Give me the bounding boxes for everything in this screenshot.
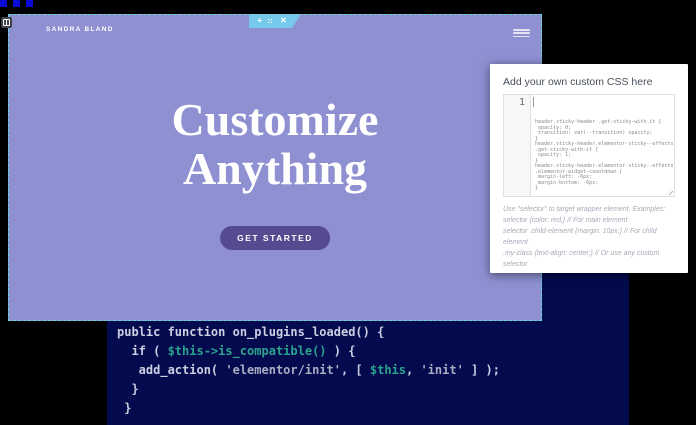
section-handle[interactable]: + ✕	[249, 14, 301, 28]
php-code: public function on_plugins_loaded() { if…	[117, 323, 500, 418]
hero-title: Customize Anything	[9, 95, 541, 193]
menu-bar	[513, 32, 530, 34]
menu-icon[interactable]	[513, 29, 530, 38]
php-line: add_action( 'elementor/init', [ $this, '…	[117, 361, 500, 380]
edit-section-icon[interactable]	[1, 17, 12, 28]
line-number-gutter: 1	[504, 95, 531, 196]
css-code: header.sticky-header .get-sticky-with-it…	[535, 120, 673, 192]
php-line: public function on_plugins_loaded() {	[117, 323, 500, 342]
decor-square	[0, 0, 7, 7]
custom-css-panel: Add your own custom CSS here 1 header.st…	[490, 64, 688, 273]
panel-title: Add your own custom CSS here	[503, 76, 652, 88]
menu-bar	[513, 36, 530, 38]
drag-handle-icon[interactable]	[268, 19, 274, 24]
decor-square	[13, 0, 20, 7]
hero-section: + ✕ SANDRA BLAND Customize Anything GET …	[8, 14, 542, 321]
page: public function on_plugins_loaded() { if…	[0, 0, 696, 425]
layout-icon	[3, 19, 10, 26]
menu-bar	[513, 29, 530, 31]
php-line: }	[117, 380, 500, 399]
text-cursor	[533, 97, 534, 107]
get-started-button[interactable]: GET STARTED	[220, 226, 330, 250]
php-line: if ( $this->is_compatible() ) {	[117, 342, 500, 361]
decor-square	[26, 0, 33, 7]
code-area[interactable]: header.sticky-header .get-sticky-with-it…	[531, 95, 674, 196]
php-line: }	[117, 399, 500, 418]
add-section-icon[interactable]: +	[257, 17, 262, 25]
css-code-editor[interactable]: 1 header.sticky-header .get-sticky-with-…	[503, 94, 675, 197]
helper-text: Use "selector" to target wrapper element…	[503, 204, 677, 270]
site-logo[interactable]: SANDRA BLAND	[46, 26, 114, 33]
close-icon[interactable]: ✕	[280, 17, 287, 25]
